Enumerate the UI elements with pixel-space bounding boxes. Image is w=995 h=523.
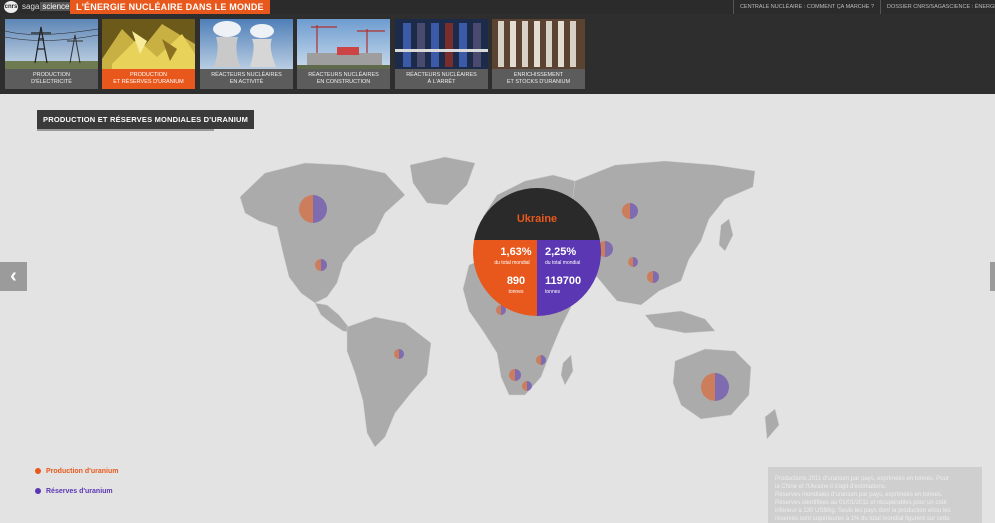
nav-label: RÉACTEURS NUCLÉAIRES EN ACTIVITÉ bbox=[211, 72, 282, 85]
marker-australia bbox=[701, 373, 729, 401]
top-bar: cnrs saga science L'ÉNERGIE NUCLÉAIRE DAN… bbox=[0, 0, 995, 14]
note-line: Réserves mondiales d'uranium par pays, e… bbox=[775, 492, 943, 498]
purple-dot-icon bbox=[35, 488, 41, 494]
nav-label: PRODUCTION D'ÉLECTRICITÉ bbox=[31, 72, 72, 85]
link-how-it-works[interactable]: CENTRALE NUCLÉAIRE : COMMENT ÇA MARCHE ? bbox=[732, 0, 880, 14]
section-title-underline bbox=[37, 129, 214, 131]
nav-label: ENRICHISSEMENT ET STOCKS D'URANIUM bbox=[506, 72, 571, 85]
nav-uranium-production[interactable]: PRODUCTION ET RÉSERVES D'URANIUM bbox=[102, 19, 195, 89]
sagascience-logo[interactable]: saga science bbox=[22, 2, 72, 11]
marker-namibia bbox=[509, 369, 521, 381]
legend-reserves: Réserves d'uranium bbox=[35, 488, 113, 495]
marker-brazil bbox=[394, 349, 404, 359]
nav-reactors-under-construction[interactable]: RÉACTEURS NUCLÉAIRES EN CONSTRUCTION bbox=[297, 19, 390, 89]
reserves-unit: tonnes bbox=[545, 289, 561, 295]
power-lines-photo-icon bbox=[5, 19, 98, 69]
top-links: CENTRALE NUCLÉAIRE : COMMENT ÇA MARCHE ?… bbox=[732, 0, 995, 14]
reactor-interior-photo-icon bbox=[395, 19, 488, 69]
marker-uzbekistan bbox=[628, 257, 638, 267]
production-percent: 1,63% bbox=[500, 246, 532, 258]
note-line: réserves sont supérieures à 1% du total … bbox=[775, 516, 950, 522]
brand-part-1: saga bbox=[22, 2, 40, 11]
nav-active-reactors[interactable]: RÉACTEURS NUCLÉAIRES EN ACTIVITÉ bbox=[200, 19, 293, 89]
nav-label: RÉACTEURS NUCLÉAIRES À L'ARRÊT bbox=[406, 72, 477, 85]
brand-part-2: science bbox=[40, 2, 72, 11]
cnrs-logo[interactable]: cnrs bbox=[4, 1, 18, 13]
production-percent-caption: du total mondial bbox=[494, 260, 530, 266]
reserves-percent-caption: du total mondial bbox=[545, 260, 581, 266]
link-cnrs-dossier[interactable]: DOSSIER CNRS/SAGASCIENCE : ÉNERGIE NUCLÉ… bbox=[880, 0, 995, 14]
marker-south-africa bbox=[522, 381, 532, 391]
nav-stopped-reactors[interactable]: RÉACTEURS NUCLÉAIRES À L'ARRÊT bbox=[395, 19, 488, 89]
marker-china bbox=[647, 271, 659, 283]
legend-production: Production d'uranium bbox=[35, 468, 118, 475]
reserves-value: 119700 bbox=[545, 275, 582, 287]
note-line: la Chine et l'Ukraine il s'agit d'estima… bbox=[775, 484, 887, 490]
popup-country-name: Ukraine bbox=[516, 213, 558, 225]
south-america bbox=[346, 316, 432, 448]
marker-malawi bbox=[536, 355, 546, 365]
reserves-percent: 2,25% bbox=[545, 246, 577, 258]
previous-arrow-icon[interactable]: ‹ bbox=[0, 262, 27, 291]
production-value: 890 bbox=[506, 275, 526, 287]
legend-production-label: Production d'uranium bbox=[46, 468, 119, 475]
nav-electricity-production[interactable]: PRODUCTION D'ÉLECTRICITÉ bbox=[5, 19, 98, 89]
centrifuges-photo-icon bbox=[492, 19, 585, 69]
nav-label: RÉACTEURS NUCLÉAIRES EN CONSTRUCTION bbox=[308, 72, 379, 85]
nav-enrichment-stocks[interactable]: ENRICHISSEMENT ET STOCKS D'URANIUM bbox=[492, 19, 585, 89]
country-popup[interactable]: Ukraine 1,63% du total mondial 890 tonne… bbox=[473, 188, 601, 316]
marker-canada bbox=[299, 195, 327, 223]
nav-label: PRODUCTION ET RÉSERVES D'URANIUM bbox=[102, 69, 195, 89]
orange-dot-icon bbox=[35, 468, 41, 474]
indonesia bbox=[644, 310, 716, 334]
app-title: L'ÉNERGIE NUCLÉAIRE DANS LE MONDE bbox=[70, 0, 270, 14]
marker-russia bbox=[622, 203, 638, 219]
cooling-towers-photo-icon bbox=[200, 19, 293, 69]
note-line: inférieur à 130 US$/kg. Seuls les pays d… bbox=[775, 508, 951, 514]
legend-reserves-label: Réserves d'uranium bbox=[46, 488, 113, 495]
note-line: Productions 2011 d'uranium par pays, exp… bbox=[775, 476, 949, 482]
greenland bbox=[409, 156, 476, 206]
section-title: PRODUCTION ET RÉSERVES MONDIALES D'URANI… bbox=[37, 110, 255, 129]
production-unit: tonnes bbox=[508, 289, 524, 295]
marker-usa bbox=[315, 259, 327, 271]
uranium-ore-photo-icon bbox=[102, 19, 195, 69]
new-zealand bbox=[764, 408, 780, 440]
madagascar bbox=[560, 354, 574, 386]
notes-box: Productions 2011 d'uranium par pays, exp… bbox=[768, 467, 982, 523]
note-line: Réserves identifiées au 01/01/2011 et ré… bbox=[775, 500, 947, 506]
construction-cranes-photo-icon bbox=[297, 19, 390, 69]
next-arrow-tab[interactable] bbox=[990, 262, 995, 291]
category-nav: PRODUCTION D'ÉLECTRICITÉ PRODUCTION ET R… bbox=[0, 14, 995, 94]
north-america bbox=[239, 162, 406, 304]
japan bbox=[718, 218, 734, 252]
